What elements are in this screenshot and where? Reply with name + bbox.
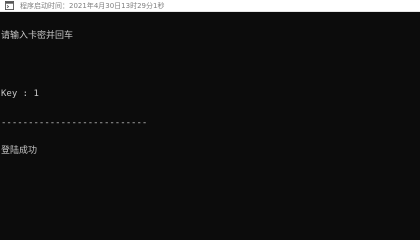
title-bar[interactable]: 程序启动时间：2021年4月30日13时29分1秒: [0, 0, 420, 12]
console-line-prompt: 请输入卡密并回车: [1, 31, 74, 42]
console-line-separator: ---------------------------: [1, 117, 148, 128]
console-app-icon: [5, 1, 14, 10]
console-line-key: Key : 1: [1, 88, 39, 99]
console-line-login-success: 登陆成功: [1, 146, 38, 157]
console-output[interactable]: 请输入卡密并回车 Key : 1 -----------------------…: [1, 13, 420, 220]
console-line-blank: [1, 61, 420, 71]
console-window: 程序启动时间：2021年4月30日13时29分1秒 请输入卡密并回车 Key :…: [0, 0, 420, 220]
window-title: 程序启动时间：2021年4月30日13时29分1秒: [20, 1, 165, 10]
